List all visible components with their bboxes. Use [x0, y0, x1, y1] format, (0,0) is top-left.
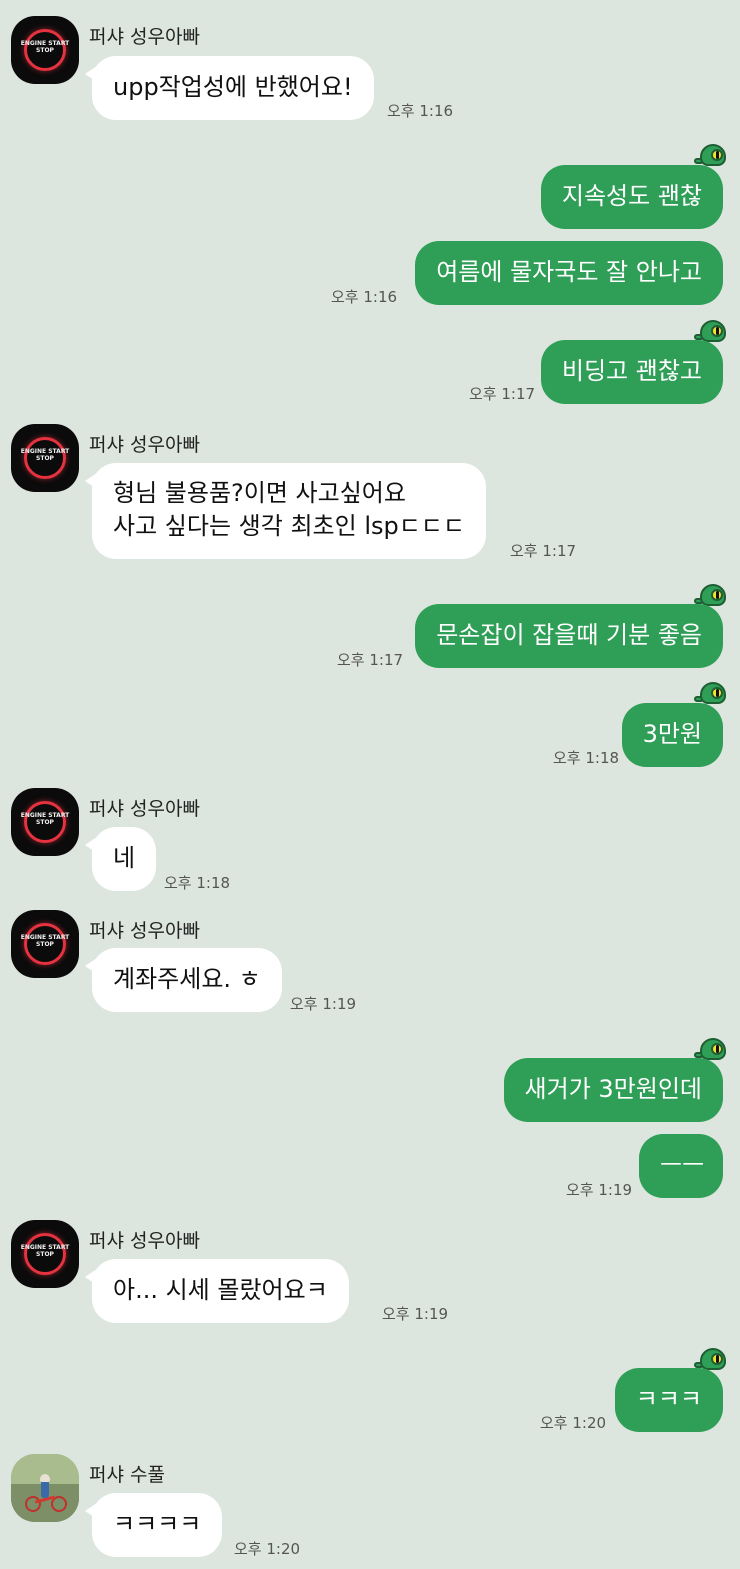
message-time: 오후 1:17 [510, 542, 577, 560]
avatar-text: ENGINE START STOP [20, 1244, 70, 1258]
avatar-text: ENGINE START STOP [20, 812, 70, 826]
message-bubble-outgoing[interactable]: 새거가 3만원인데 [503, 1058, 723, 1122]
chat-window[interactable]: ENGINE START STOP 퍼샤 성우아빠 upp작업성에 반했어요! … [0, 0, 740, 1569]
message-line: 형님 불용품?이면 사고싶어요 [113, 479, 406, 507]
avatar-text: ENGINE START STOP [20, 934, 70, 948]
sender-name: 퍼샤 성우아빠 [89, 434, 200, 456]
message-bubble-outgoing[interactable]: 비딩고 괜찮고 [540, 340, 723, 404]
avatar-text: ENGINE START STOP [20, 448, 70, 462]
message-time: 오후 1:17 [469, 385, 536, 403]
message-line: 사고 싶다는 생각 최초인 lspㄷㄷㄷ [113, 512, 465, 540]
message-time: 오후 1:19 [566, 1181, 633, 1199]
message-bubble-outgoing[interactable]: ㅋㅋㅋ [614, 1368, 723, 1432]
message-bubble-outgoing[interactable]: 여름에 물자국도 잘 안나고 [415, 241, 723, 305]
sender-name: 퍼샤 성우아빠 [89, 26, 200, 48]
avatar-seongwoo[interactable]: ENGINE START STOP [11, 16, 79, 84]
message-time: 오후 1:17 [337, 651, 404, 669]
message-bubble-outgoing[interactable]: ㅡㅡ [639, 1134, 723, 1198]
message-time: 오후 1:18 [553, 749, 620, 767]
avatar-seongwoo[interactable]: ENGINE START STOP [11, 1220, 79, 1288]
sender-name: 퍼샤 성우아빠 [89, 920, 200, 942]
sender-name: 퍼샤 수풀 [89, 1464, 165, 1486]
message-bubble-incoming[interactable]: upp작업성에 반했어요! [85, 56, 374, 120]
message-bubble-incoming[interactable]: 계좌주세요. ㅎ [85, 948, 282, 1012]
avatar-text: ENGINE START STOP [20, 40, 70, 54]
avatar-seongwoo[interactable]: ENGINE START STOP [11, 910, 79, 978]
message-bubble-incoming[interactable]: 아... 시세 몰랐어요ㅋ [85, 1259, 349, 1323]
message-time: 오후 1:19 [382, 1305, 449, 1323]
message-bubble-outgoing[interactable]: 문손잡이 잡을때 기분 좋음 [415, 604, 723, 668]
message-bubble-incoming[interactable]: 형님 불용품?이면 사고싶어요 사고 싶다는 생각 최초인 lspㄷㄷㄷ [85, 463, 486, 559]
sender-name: 퍼샤 성우아빠 [89, 798, 200, 820]
sender-name: 퍼샤 성우아빠 [89, 1230, 200, 1252]
message-time: 오후 1:19 [290, 995, 357, 1013]
message-bubble-incoming[interactable]: 네 [84, 827, 157, 891]
avatar-seongwoo[interactable]: ENGINE START STOP [11, 788, 79, 856]
message-bubble-outgoing[interactable]: 3만원 [621, 703, 723, 767]
child-on-bike-photo [40, 1474, 50, 1482]
avatar-supul[interactable] [11, 1454, 79, 1522]
message-time: 오후 1:16 [331, 288, 398, 306]
message-bubble-incoming[interactable]: ㅋㅋㅋㅋ [84, 1493, 223, 1557]
avatar-seongwoo[interactable]: ENGINE START STOP [11, 424, 79, 492]
message-time: 오후 1:20 [540, 1414, 607, 1432]
message-time: 오후 1:18 [164, 874, 231, 892]
message-time: 오후 1:16 [387, 102, 454, 120]
message-time: 오후 1:20 [234, 1540, 301, 1558]
message-bubble-outgoing[interactable]: 지속성도 괜찮 [540, 165, 723, 229]
